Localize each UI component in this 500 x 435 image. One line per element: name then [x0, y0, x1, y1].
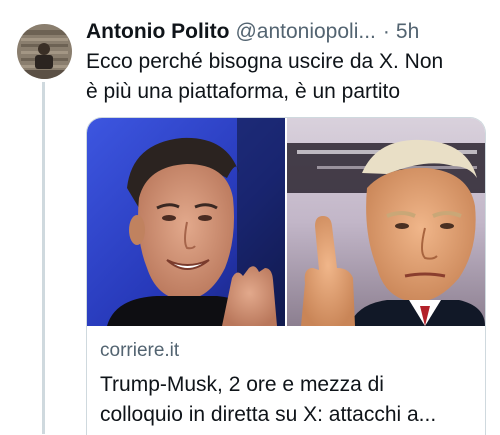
link-card-title-line-1: Trump-Musk, 2 ore e mezza di — [100, 373, 384, 396]
avatar[interactable] — [17, 24, 72, 79]
tweet-text-line-2: è più una piattaforma, è un partito — [86, 80, 401, 103]
link-card-title: Trump-Musk, 2 ore e mezza di colloquio i… — [100, 370, 478, 430]
link-card-image[interactable] — [87, 118, 485, 326]
separator-dot: · — [382, 20, 390, 43]
user-avatar-icon — [17, 24, 72, 79]
tweet-header: Antonio Polito @antoniopoli... · 5h — [86, 17, 486, 47]
link-card-domain: corriere.it — [100, 340, 180, 361]
link-card[interactable]: corriere.it Trump-Musk, 2 ore e mezza di… — [86, 117, 486, 435]
tweet-text: Ecco perché bisogna uscire da X. Non è p… — [86, 47, 486, 107]
news-photo-icon — [87, 118, 485, 326]
tweet-timestamp[interactable]: 5h — [396, 17, 419, 47]
tweet-text-line-1: Ecco perché bisogna uscire da X. Non — [86, 50, 444, 73]
author-handle[interactable]: @antoniopoli... — [235, 17, 375, 47]
author-display-name[interactable]: Antonio Polito — [86, 17, 229, 47]
link-card-title-line-2: colloquio in diretta su X: attacchi a... — [100, 403, 437, 426]
thread-line — [42, 82, 45, 434]
